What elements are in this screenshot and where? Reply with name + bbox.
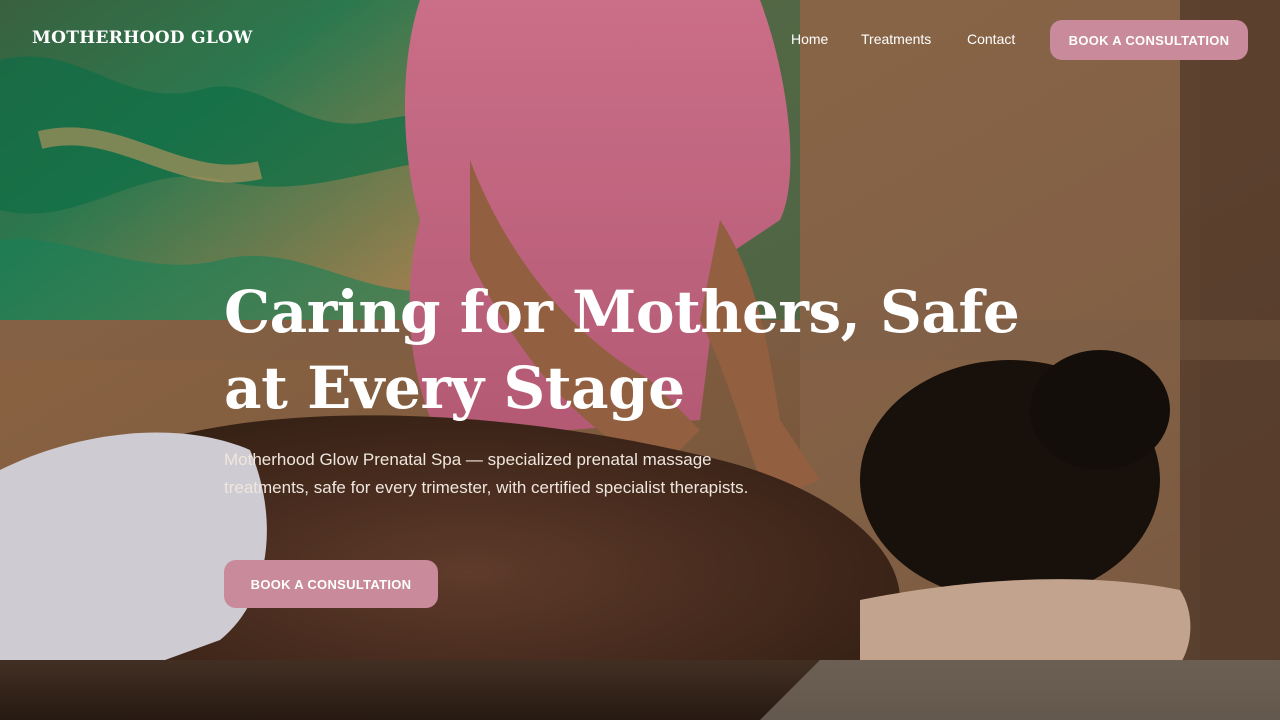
site-header: MOTHERHOOD GLOW Home Treatments Contact … [0,0,1280,80]
hero-subcopy: Motherhood Glow Prenatal Spa — specializ… [224,450,749,497]
hero-book-consultation-button[interactable]: BOOK A CONSULTATION [224,560,438,608]
nav-link-treatments[interactable]: Treatments [861,31,931,47]
nav-link-home[interactable]: Home [791,31,828,47]
header-book-consultation-button[interactable]: BOOK A CONSULTATION [1050,20,1248,60]
hero-headline: Caring for Mothers, Safe at Every Stage [224,278,1020,422]
hero-section: MOTHERHOOD GLOW Home Treatments Contact … [0,0,1280,720]
nav-link-contact[interactable]: Contact [967,31,1015,47]
brand-logo[interactable]: MOTHERHOOD GLOW [32,28,253,48]
